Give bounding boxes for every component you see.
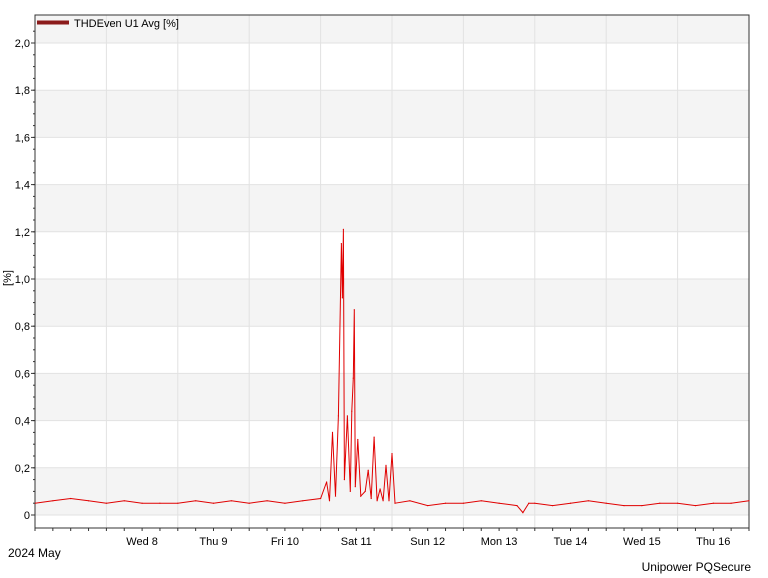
data-point — [302, 500, 304, 502]
y-tick-label: 0,4 — [15, 416, 30, 428]
y-tick-label: 1,6 — [15, 132, 30, 144]
data-point — [659, 502, 661, 504]
brand-label: Unipower PQSecure — [641, 560, 751, 574]
data-point — [230, 500, 232, 502]
data-point — [349, 490, 351, 492]
data-point — [346, 415, 348, 417]
data-point — [388, 500, 390, 502]
y-tick-label: 0,2 — [15, 463, 30, 475]
data-point — [105, 502, 107, 504]
y-tick-label: 0,6 — [15, 368, 30, 380]
chart-area: 0 0,2 0,4 0,6 0,8 1,0 1,2 1,4 1,6 1,8 2,0 Wed 8 Thu … — [0, 0, 768, 574]
data-point — [248, 502, 250, 504]
line-chart: 0 0,2 0,4 0,6 0,8 1,0 1,2 1,4 1,6 1,8 2,0 Wed 8 Thu … — [2, 14, 750, 548]
x-tick-label: Thu 16 — [696, 536, 730, 548]
data-point — [623, 505, 625, 507]
data-point — [370, 497, 372, 500]
x-tick-label: Wed 8 — [126, 536, 158, 548]
data-point — [534, 502, 536, 504]
data-point — [376, 500, 378, 502]
data-point — [528, 502, 530, 504]
period-label: 2024 May — [8, 546, 61, 560]
data-point — [70, 497, 72, 500]
data-point — [605, 502, 607, 504]
data-point — [141, 502, 143, 504]
data-point — [394, 502, 396, 504]
data-point — [351, 410, 353, 412]
data-point — [87, 500, 90, 502]
data-point — [212, 502, 215, 504]
data-point — [341, 297, 343, 299]
data-point — [748, 500, 750, 502]
data-point — [342, 228, 344, 230]
data-point — [516, 505, 518, 507]
data-point — [379, 488, 381, 490]
data-point — [326, 481, 328, 483]
data-point — [367, 469, 369, 471]
data-point — [352, 377, 354, 379]
data-point — [353, 309, 355, 311]
data-point — [712, 502, 714, 504]
data-point — [498, 502, 500, 504]
data-point — [320, 497, 322, 500]
data-point — [284, 502, 286, 504]
data-point — [677, 502, 679, 504]
y-tick-label: 1,0 — [15, 274, 30, 286]
y-tick-label: 0,8 — [15, 321, 30, 333]
y-tick-label: 1,4 — [15, 180, 30, 192]
data-point — [159, 502, 161, 504]
data-point — [364, 490, 366, 492]
data-point — [354, 486, 356, 488]
data-point — [444, 502, 447, 504]
data-point — [480, 500, 482, 502]
data-point — [195, 500, 197, 502]
data-point — [569, 502, 572, 504]
y-tick-label: 2,0 — [15, 38, 30, 50]
y-tick-label: 1,2 — [15, 227, 30, 239]
data-point — [694, 505, 697, 507]
data-point — [382, 500, 384, 502]
data-point — [266, 500, 268, 502]
data-point — [427, 505, 429, 507]
data-point — [373, 436, 375, 438]
data-point — [462, 502, 464, 504]
x-tick-label: Tue 14 — [554, 536, 588, 548]
y-tick-label: 0 — [24, 510, 30, 522]
data-point — [328, 500, 331, 502]
data-point — [385, 464, 387, 466]
data-point — [52, 500, 54, 502]
x-tick-label: Wed 15 — [623, 536, 661, 548]
data-point — [177, 502, 179, 504]
data-point — [522, 511, 524, 514]
data-point — [409, 500, 411, 502]
data-point — [391, 453, 393, 455]
x-tick-label: Fri 10 — [271, 536, 299, 548]
data-point — [360, 495, 362, 497]
x-tick-label: Sat 11 — [341, 536, 372, 548]
data-point — [340, 243, 342, 245]
y-tick-label: 1,8 — [15, 85, 30, 97]
x-tick-label: Mon 13 — [481, 536, 518, 548]
data-point — [334, 495, 337, 497]
data-point — [343, 479, 345, 481]
legend-label: THDEven U1 Avg [%] — [74, 18, 179, 30]
data-point — [357, 438, 359, 441]
data-point — [552, 505, 554, 507]
data-point — [641, 505, 643, 507]
data-point — [337, 415, 339, 417]
y-axis-label: [%] — [2, 270, 14, 286]
data-point — [587, 500, 590, 502]
data-point — [730, 502, 732, 504]
x-tick-label: Thu 9 — [199, 536, 227, 548]
data-point — [331, 431, 334, 433]
data-point — [123, 500, 125, 502]
x-tick-label: Sun 12 — [410, 536, 445, 548]
